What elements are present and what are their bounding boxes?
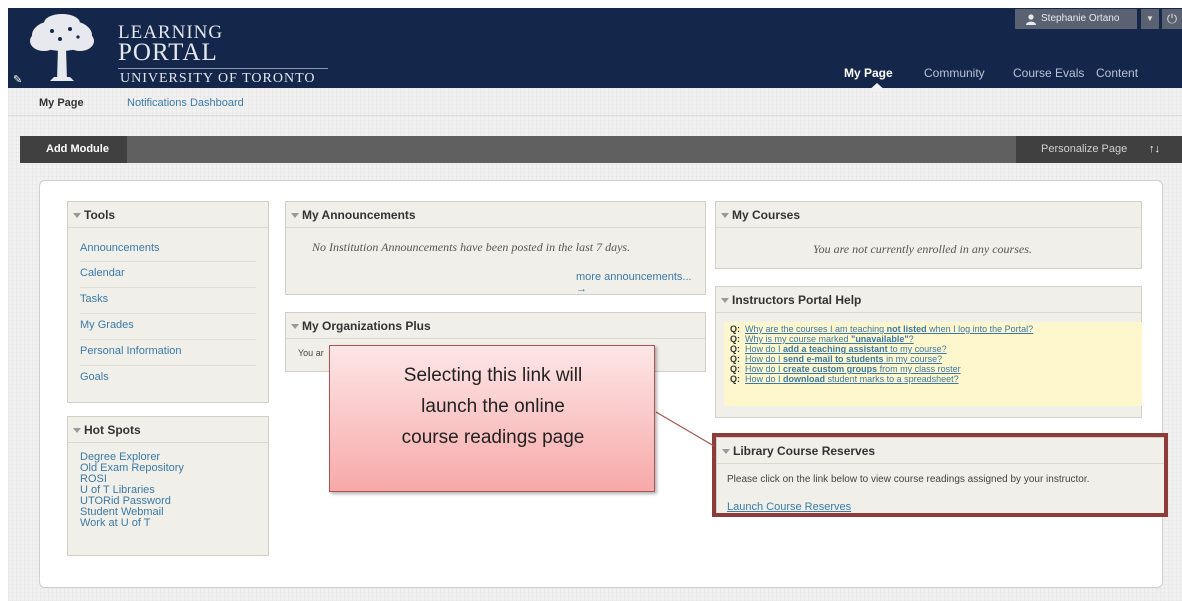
callout-text: Selecting this link will launch the onli… [401,365,585,448]
annotation-callout: Selecting this link will launch the onli… [329,345,655,492]
callout-leader-line [655,411,715,447]
